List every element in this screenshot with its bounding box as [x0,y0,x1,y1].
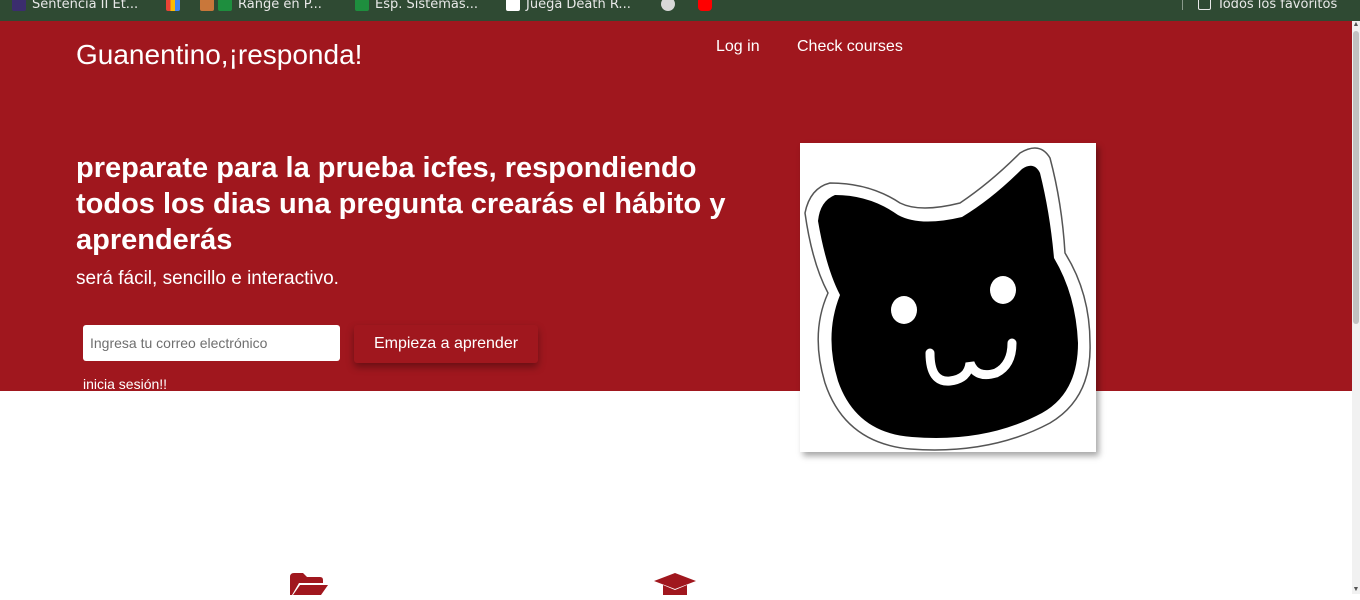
bookmark-item[interactable] [661,0,681,14]
bookmark-label: Sentencia II Et... [32,0,139,12]
bookmark-green-icon [355,0,369,11]
folder-open-icon [290,573,328,600]
start-learning-button[interactable]: Empieza a aprender [354,325,538,363]
bookmark-label: Range en P... [238,0,322,12]
bookmark-label: Juega Death R... [526,0,631,12]
hero-section: Guanentino,¡responda! Log in Check cours… [0,21,1352,392]
sheets-icon [200,0,214,11]
bookmark-label: Esp. Sistemas... [375,0,479,12]
page-scrollbar[interactable]: ▲ ▼ [1352,21,1360,594]
youtube-icon [698,0,712,11]
game-icon [506,0,520,11]
graduation-cap-icon [654,573,696,600]
bookmark-item[interactable] [166,0,186,14]
bookmark-item[interactable] [698,0,718,14]
all-bookmarks-label: Todos los favoritos [1217,0,1338,12]
page: Guanentino,¡responda! Log in Check cours… [0,21,1352,595]
bookmark-item[interactable]: Juega Death R... [506,0,631,14]
bookmark-item[interactable]: Esp. Sistemas... [355,0,478,14]
nav-login-link[interactable]: Log in [716,38,760,56]
hero-headline: preparate para la prueba icfes, respondi… [76,152,726,256]
sheets-icon [218,0,232,11]
bookmarks-bar: Sentencia II Et... Range en P... Esp. Si… [0,0,1360,21]
cat-face-icon [804,147,1091,451]
globe-icon [661,0,675,11]
cat-sticker-image [800,143,1096,452]
nav-courses-link[interactable]: Check courses [797,38,903,56]
hero-subline: será fácil, sencillo e interactivo. [76,268,339,289]
bookmark-item[interactable]: Range en P... [200,0,322,14]
bookmark-item[interactable]: Sentencia II Et... [12,0,138,14]
brand-title[interactable]: Guanentino,¡responda! [76,39,362,71]
login-link[interactable]: inicia sesión!! [83,376,167,392]
gmail-icon [166,0,180,11]
folder-icon [1198,0,1211,10]
scroll-up-icon[interactable]: ▲ [1352,21,1360,29]
bookmarks-divider [1182,0,1183,10]
w-logo-icon [12,0,26,11]
all-bookmarks-button[interactable]: Todos los favoritos [1198,0,1337,14]
email-field[interactable] [83,325,340,361]
scroll-thumb[interactable] [1353,31,1359,324]
scroll-down-icon[interactable]: ▼ [1352,586,1360,594]
